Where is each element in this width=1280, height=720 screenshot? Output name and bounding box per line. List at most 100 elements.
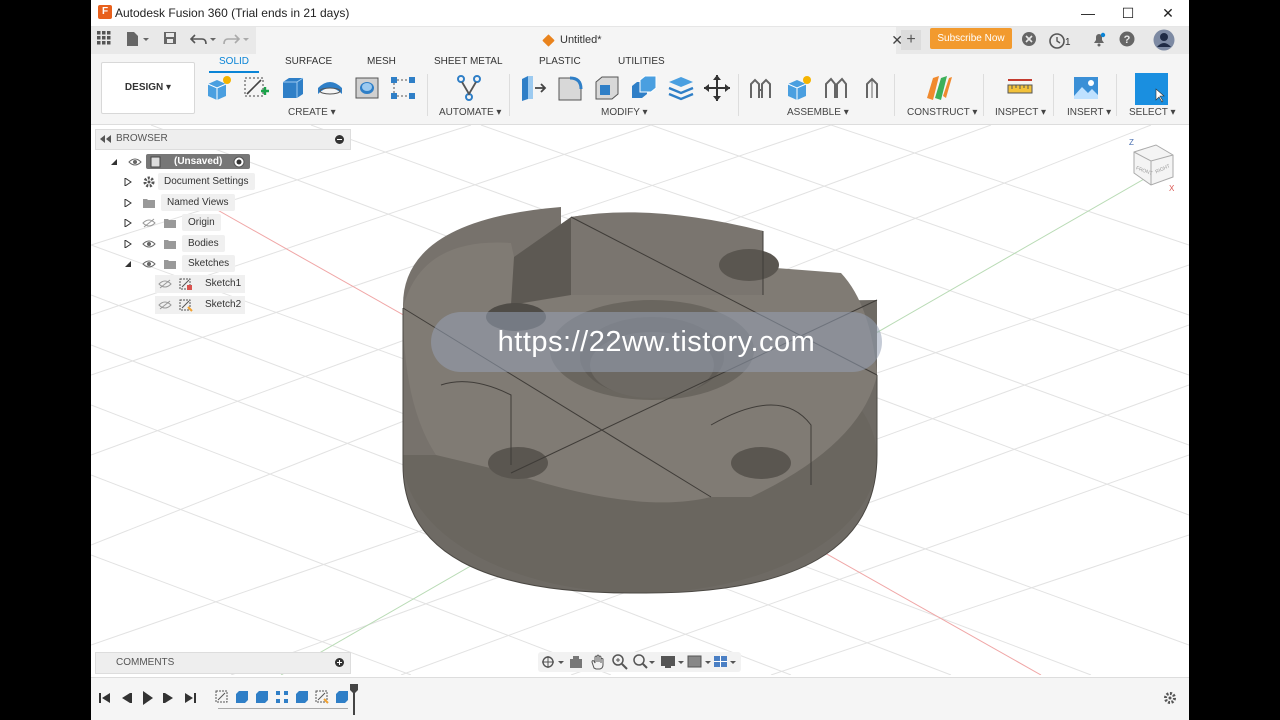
timeline-extrude-feature-icon[interactable] [295, 690, 309, 704]
visibility-eye-icon[interactable] [142, 239, 156, 249]
step-forward-icon[interactable] [163, 692, 175, 704]
timeline-extrude-feature-icon[interactable] [235, 690, 249, 704]
visibility-eye-hidden-icon[interactable] [158, 279, 172, 289]
file-menu-icon[interactable] [125, 31, 151, 49]
job-status-icon[interactable]: 1 [1049, 31, 1079, 50]
close-window-button[interactable]: ✕ [1148, 0, 1188, 26]
pattern-icon[interactable] [389, 74, 417, 102]
motion-link-icon[interactable] [859, 74, 887, 102]
tab-mesh[interactable]: MESH [367, 56, 396, 67]
visibility-eye-icon[interactable] [128, 157, 142, 167]
insert-image-icon[interactable] [1072, 74, 1100, 102]
select-menu[interactable]: SELECT ▾ [1129, 107, 1176, 118]
tab-solid[interactable]: SOLID [219, 56, 249, 67]
tab-sheet-metal[interactable]: SHEET METAL [434, 56, 503, 67]
browser-item-sketch1[interactable]: Sketch1 [155, 275, 245, 293]
automate-menu[interactable]: AUTOMATE ▾ [439, 107, 501, 118]
tab-utilities[interactable]: UTILITIES [618, 56, 665, 67]
timeline-extrude-feature-icon[interactable] [335, 690, 349, 704]
display-settings-icon[interactable] [660, 654, 686, 670]
grid-settings-icon[interactable] [687, 654, 713, 670]
visibility-eye-icon[interactable] [142, 259, 156, 269]
browser-item-sketches[interactable]: Sketches [124, 255, 324, 273]
maximize-button[interactable]: ☐ [1108, 0, 1148, 26]
fillet-icon[interactable] [556, 74, 584, 102]
user-avatar[interactable] [1153, 29, 1175, 51]
orbit-icon[interactable] [542, 655, 564, 669]
construct-menu[interactable]: CONSTRUCT ▾ [907, 107, 977, 118]
redo-icon[interactable] [223, 31, 251, 49]
pan-hand-icon[interactable] [590, 654, 606, 670]
combine-icon[interactable] [630, 74, 658, 102]
tab-plastic[interactable]: PLASTIC [539, 56, 581, 67]
offset-plane-icon[interactable] [925, 74, 953, 102]
shell-icon[interactable] [593, 74, 621, 102]
inspect-menu[interactable]: INSPECT ▾ [995, 107, 1046, 118]
new-component-icon[interactable] [205, 74, 233, 102]
browser-root-row[interactable]: (Unsaved) [110, 153, 310, 171]
comments-panel-header[interactable]: COMMENTS [95, 652, 351, 674]
press-pull-icon[interactable] [519, 74, 547, 102]
look-at-icon[interactable] [569, 655, 583, 669]
joint-icon[interactable] [748, 74, 776, 102]
visibility-eye-hidden-icon[interactable] [142, 218, 156, 228]
collapsed-arrow-icon[interactable] [124, 199, 132, 207]
collapse-browser-icon[interactable] [100, 135, 112, 143]
timeline-settings-gear-icon[interactable] [1163, 691, 1177, 705]
offset-face-icon[interactable] [667, 74, 695, 102]
move-copy-icon[interactable] [703, 74, 731, 102]
modify-menu[interactable]: MODIFY ▾ [601, 107, 648, 118]
create-sketch-icon[interactable] [242, 74, 270, 102]
new-assembly-component-icon[interactable] [785, 74, 813, 102]
workspace-switcher[interactable]: DESIGN ▾ [101, 62, 195, 114]
tab-surface[interactable]: SURFACE [285, 56, 332, 67]
help-icon[interactable]: ? [1119, 31, 1135, 49]
apps-grid-icon[interactable] [97, 31, 111, 49]
select-icon[interactable] [1135, 73, 1168, 105]
subscribe-button[interactable]: Subscribe Now [930, 28, 1012, 49]
expanded-arrow-icon[interactable] [110, 158, 118, 166]
zoom-icon[interactable] [612, 654, 628, 670]
browser-item-bodies[interactable]: Bodies [124, 235, 324, 253]
go-to-start-icon[interactable] [99, 692, 111, 704]
measure-icon[interactable] [1006, 74, 1034, 102]
hole-icon[interactable] [353, 74, 381, 102]
minimize-button[interactable]: — [1068, 0, 1108, 26]
notifications-bell-icon[interactable] [1091, 31, 1107, 49]
create-menu[interactable]: CREATE ▾ [288, 107, 336, 118]
new-tab-button[interactable]: + [901, 30, 921, 50]
go-to-end-icon[interactable] [184, 692, 196, 704]
add-comment-icon[interactable] [335, 658, 344, 667]
revolve-icon[interactable] [316, 74, 344, 102]
timeline-sketch-feature-icon[interactable] [315, 690, 329, 704]
activate-radio-icon[interactable] [233, 156, 245, 168]
save-icon[interactable] [163, 31, 177, 49]
step-back-icon[interactable] [120, 692, 132, 704]
collapsed-arrow-icon[interactable] [124, 178, 132, 186]
as-built-joint-icon[interactable] [822, 74, 850, 102]
assemble-menu[interactable]: ASSEMBLE ▾ [787, 107, 849, 118]
extrude-icon[interactable] [279, 74, 307, 102]
collapsed-arrow-icon[interactable] [124, 219, 132, 227]
visibility-eye-hidden-icon[interactable] [158, 300, 172, 310]
browser-item-origin[interactable]: Origin [124, 214, 324, 232]
browser-minimize-icon[interactable] [335, 135, 344, 144]
automate-icon[interactable] [455, 74, 483, 102]
document-tab[interactable]: Untitled* ✕ [256, 27, 903, 54]
browser-item-sketch2[interactable]: Sketch2 [155, 296, 245, 314]
browser-item-named-views[interactable]: Named Views [124, 194, 324, 212]
timeline-pattern-feature-icon[interactable] [275, 690, 289, 704]
play-icon[interactable] [142, 691, 154, 705]
insert-menu[interactable]: INSERT ▾ [1067, 107, 1111, 118]
undo-icon[interactable] [189, 31, 218, 49]
browser-item-document-settings[interactable]: Document Settings [124, 173, 324, 191]
browser-panel-header[interactable]: BROWSER [95, 129, 351, 150]
viewports-icon[interactable] [713, 654, 739, 670]
expanded-arrow-icon[interactable] [124, 260, 132, 268]
timeline-marker[interactable] [349, 684, 359, 716]
timeline-sketch-feature-icon[interactable] [215, 690, 229, 704]
collapsed-arrow-icon[interactable] [124, 240, 132, 248]
extensions-icon[interactable] [1021, 31, 1037, 49]
fit-zoom-icon[interactable] [633, 654, 655, 670]
timeline-extrude-feature-icon[interactable] [255, 690, 269, 704]
